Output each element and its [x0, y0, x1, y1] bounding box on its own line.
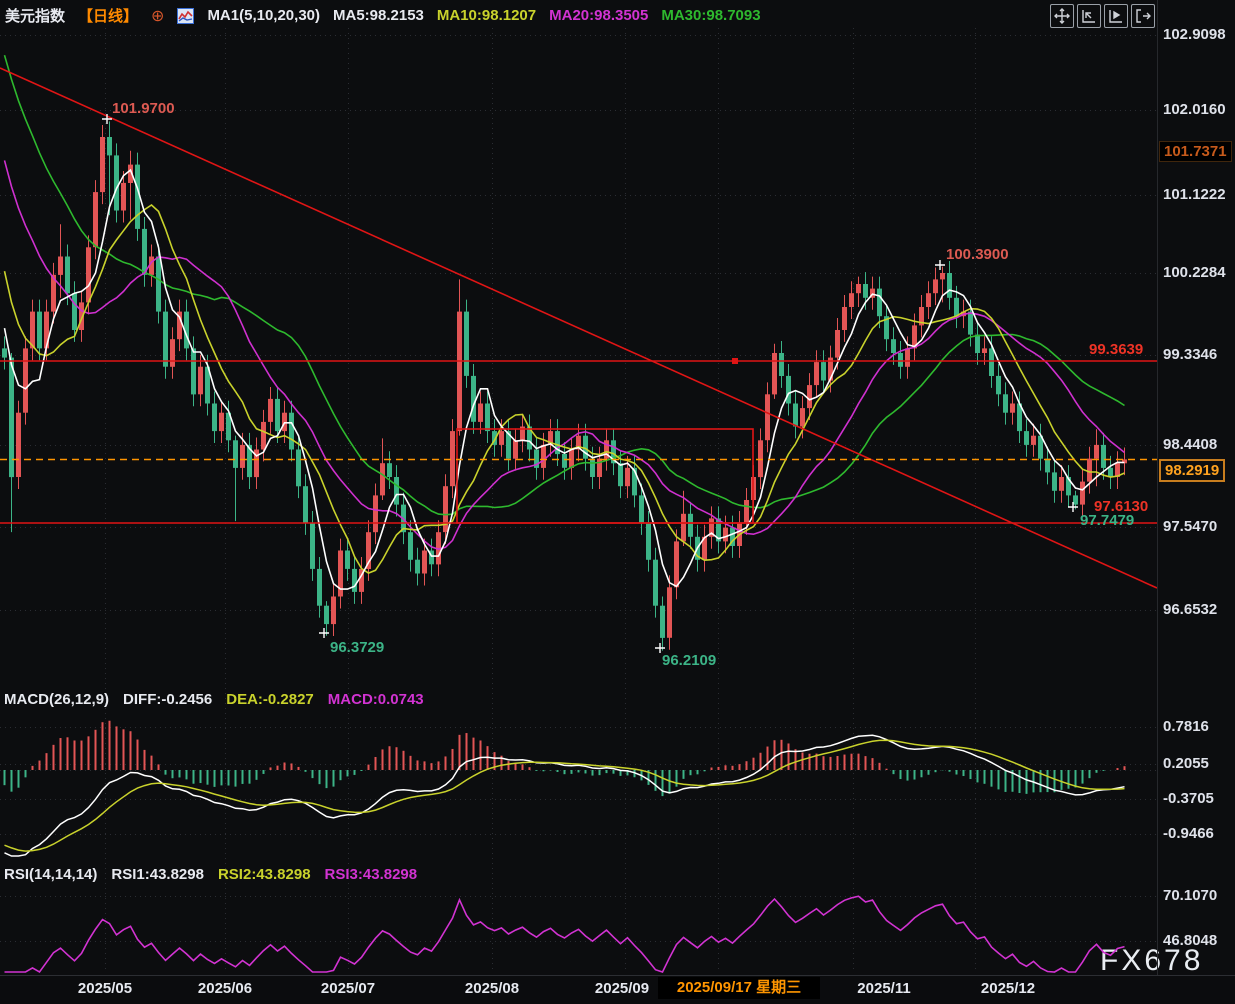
- price-axis-tick: 101.1222: [1163, 186, 1226, 203]
- play-axis-button[interactable]: [1104, 4, 1128, 28]
- macd-params-label: MACD(26,12,9): [4, 691, 109, 708]
- rsi3-value: RSI3:43.8298: [325, 866, 418, 883]
- price-axis-tick: 102.0160: [1163, 101, 1226, 118]
- price-axis-tick: 96.6532: [1163, 601, 1217, 618]
- price-annotation: 97.7479: [1080, 512, 1134, 529]
- ma20-value: MA20:98.3505: [549, 7, 648, 24]
- date-axis-label: 2025/11: [857, 980, 910, 997]
- price-annotation: 96.3729: [330, 639, 384, 656]
- chart-header: 美元指数 【日线】 ⊕ MA1(5,10,20,30) MA5:98.2153 …: [5, 5, 761, 26]
- macd-axis-tick: -0.9466: [1163, 825, 1214, 842]
- date-axis-label: 2025/06: [198, 980, 252, 997]
- ma10-value: MA10:98.1207: [437, 7, 536, 24]
- ma-params-label: MA1(5,10,20,30): [207, 7, 320, 24]
- macd-header: MACD(26,12,9) DIFF:-0.2456 DEA:-0.2827 M…: [4, 691, 424, 708]
- ma30-value: MA30:98.7093: [661, 7, 760, 24]
- price-annotation: 100.3900: [946, 246, 1009, 263]
- trendline-price-label: 101.7371: [1159, 141, 1232, 162]
- price-annotation: 101.9700: [112, 100, 175, 117]
- price-axis-tick: 102.9098: [1163, 26, 1226, 43]
- ma5-value: MA5:98.2153: [333, 7, 424, 24]
- price-annotation: 96.2109: [662, 652, 716, 669]
- rsi-params-label: RSI(14,14,14): [4, 866, 97, 883]
- symbol-name: 美元指数: [5, 5, 65, 26]
- add-indicator-icon[interactable]: ⊕: [151, 6, 164, 26]
- mini-chart-icon: [177, 8, 194, 24]
- price-axis-tick: 99.3346: [1163, 346, 1217, 363]
- price-axis-tick: 97.5470: [1163, 518, 1217, 535]
- date-axis-label: 2025/05: [78, 980, 132, 997]
- macd-axis-tick: 0.7816: [1163, 718, 1209, 735]
- rsi-header: RSI(14,14,14) RSI1:43.8298 RSI2:43.8298 …: [4, 866, 417, 883]
- zoom-axis-button[interactable]: [1077, 4, 1101, 28]
- date-axis-label: 2025/09: [595, 980, 649, 997]
- price-axis-tick: 98.4408: [1163, 436, 1217, 453]
- last-price-label: 98.2919: [1159, 459, 1225, 482]
- timeframe-label[interactable]: 【日线】: [78, 5, 138, 26]
- right-axis-separator: [1157, 0, 1158, 975]
- macd-axis-tick: 0.2055: [1163, 755, 1209, 772]
- rsi1-value: RSI1:43.8298: [111, 866, 204, 883]
- selected-date-label: 2025/09/17 星期三: [658, 977, 820, 999]
- date-axis-label: 2025/07: [321, 980, 375, 997]
- date-axis-label: 2025/12: [981, 980, 1035, 997]
- macd-axis-tick: -0.3705: [1163, 790, 1214, 807]
- rsi-axis-tick: 46.8048: [1163, 932, 1217, 949]
- exit-view-button[interactable]: [1131, 4, 1155, 28]
- chart-toolbar: [1050, 4, 1155, 28]
- rsi2-value: RSI2:43.8298: [218, 866, 311, 883]
- chart-canvas[interactable]: [0, 0, 1235, 1003]
- price-axis-tick: 100.2284: [1163, 264, 1226, 281]
- move-crosshair-button[interactable]: [1050, 4, 1074, 28]
- macd-dea-value: DEA:-0.2827: [226, 691, 314, 708]
- price-annotation: 99.3639: [1089, 341, 1143, 358]
- macd-diff-value: DIFF:-0.2456: [123, 691, 212, 708]
- rsi-axis-tick: 70.1070: [1163, 887, 1217, 904]
- macd-hist-value: MACD:0.0743: [328, 691, 424, 708]
- date-axis-label: 2025/08: [465, 980, 519, 997]
